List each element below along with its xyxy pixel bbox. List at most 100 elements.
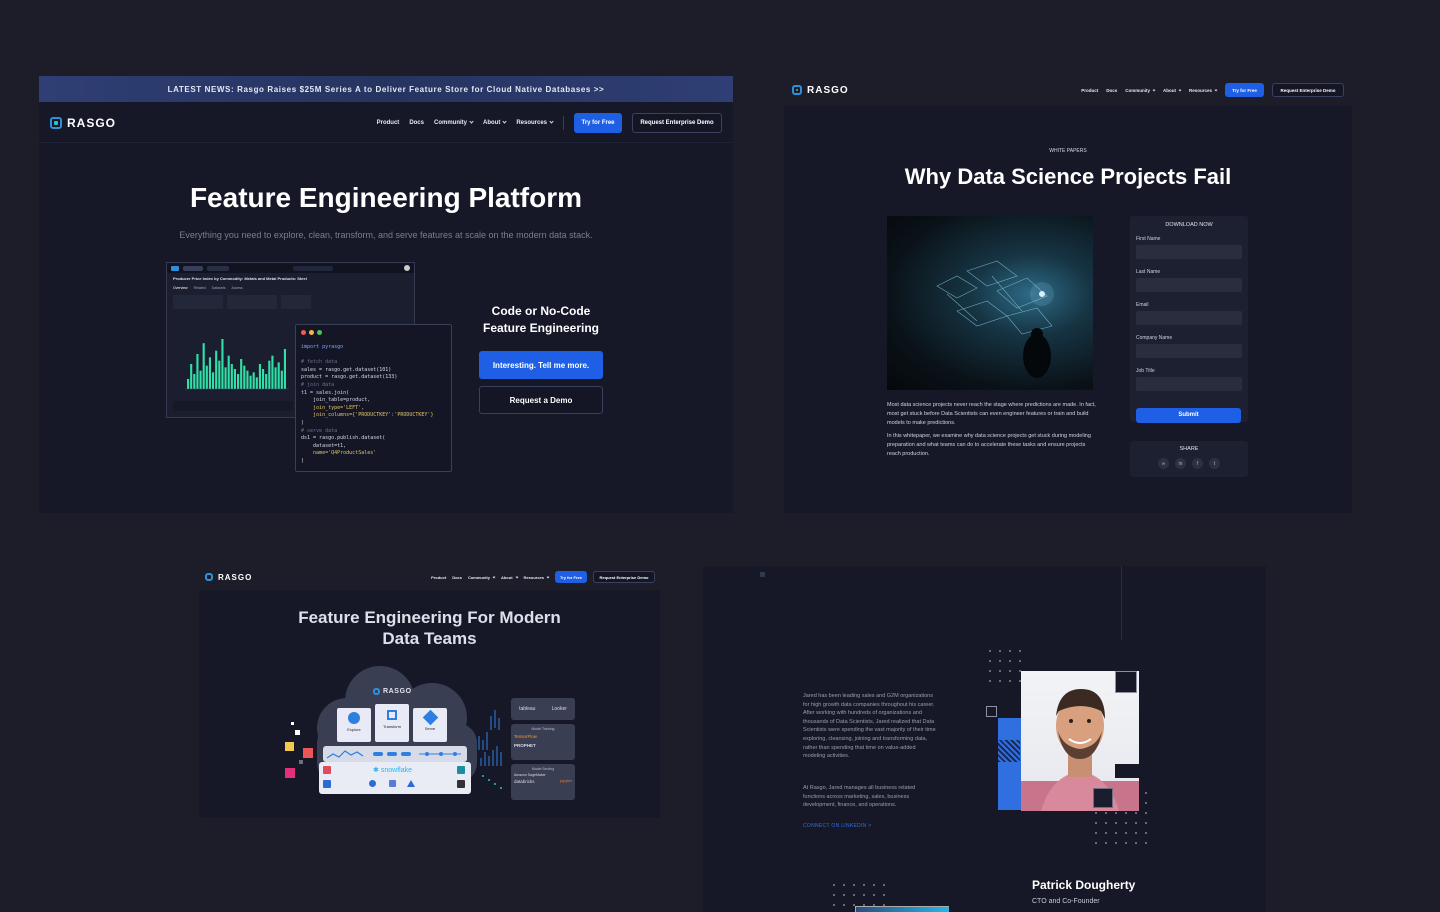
- decor-square: [295, 730, 300, 735]
- dashboard-footer: [173, 401, 293, 411]
- nav-divider: [563, 116, 564, 130]
- looker-logo: Looker: [551, 706, 567, 712]
- jupyter-logo: jupyter: [559, 778, 572, 783]
- histogram-bar: [252, 372, 255, 389]
- nav-about[interactable]: About: [483, 119, 507, 126]
- news-banner[interactable]: LATEST NEWS: Rasgo Raises $25M Series A …: [39, 76, 733, 102]
- twitter-icon[interactable]: t: [1209, 458, 1220, 469]
- enterprise-demo-button[interactable]: Request Enterprise Demo: [1272, 83, 1344, 97]
- nav-docs[interactable]: Docs: [452, 575, 462, 580]
- code-line: ): [301, 457, 305, 464]
- histogram-bar: [224, 367, 227, 389]
- email-input[interactable]: [1136, 311, 1242, 325]
- rasgo-logo-icon: [205, 573, 213, 581]
- nav-product[interactable]: Product: [377, 120, 400, 126]
- nav-resources[interactable]: Resources: [516, 119, 554, 126]
- histogram-bar: [193, 374, 196, 389]
- histogram-chart: [185, 339, 289, 390]
- db-icon: [323, 780, 331, 788]
- top-nav-2: RASGO Product Docs Community About Resou…: [792, 82, 1344, 98]
- db-icon: [457, 780, 465, 788]
- rasgo-logo[interactable]: RASGO: [50, 116, 116, 130]
- title-line2: Data Teams: [382, 629, 477, 648]
- enterprise-demo-button[interactable]: Request Enterprise Demo: [593, 571, 655, 583]
- card-heading: Model Serving: [531, 767, 555, 771]
- dashboard-tab[interactable]: Datasets: [212, 286, 226, 290]
- nav-community[interactable]: Community: [434, 119, 474, 126]
- hero-image: [887, 216, 1093, 390]
- nav-resources[interactable]: Resources: [1189, 88, 1218, 93]
- try-free-button[interactable]: Try for Free: [574, 113, 622, 133]
- company-name-input[interactable]: [1136, 344, 1242, 358]
- enterprise-demo-button[interactable]: Request Enterprise Demo: [632, 113, 722, 133]
- nav-resources[interactable]: Resources: [524, 575, 550, 580]
- main-menu: Product Docs Community About Resources T…: [377, 113, 722, 133]
- first-name-input[interactable]: [1136, 245, 1242, 259]
- nav-product[interactable]: Product: [1081, 88, 1098, 93]
- nav-docs[interactable]: Docs: [1106, 88, 1117, 93]
- dashboard-topbar: [167, 263, 414, 273]
- nav-about[interactable]: About: [501, 575, 518, 580]
- request-demo-button[interactable]: Request a Demo: [479, 386, 603, 414]
- striped-block: [998, 740, 1020, 762]
- chevron-down-icon: [502, 119, 507, 124]
- top-nav-3: RASGO Product Docs Community About Resou…: [205, 570, 655, 584]
- code-line: product = rasgo.get.dataset(133): [301, 374, 398, 381]
- dashboard-card: [227, 295, 277, 309]
- paragraph-2: In this whitepaper, we examine why data …: [887, 433, 1091, 457]
- linkedin-icon[interactable]: in: [1175, 458, 1186, 469]
- outline-square: [986, 706, 997, 717]
- model-serving-card: Model Serving Amazon SageMaker databrick…: [511, 764, 575, 800]
- code-line: ds1 = rasgo.publish.dataset(: [301, 435, 386, 442]
- cta-heading-line2: Feature Engineering: [482, 321, 600, 335]
- histogram-bar: [258, 364, 261, 389]
- feature-card-explore: Explore: [337, 708, 371, 742]
- code-line: dataset=t1,: [301, 442, 347, 449]
- histogram-bar: [205, 365, 208, 389]
- tell-me-more-button[interactable]: Interesting. Tell me more.: [479, 351, 603, 379]
- histogram-bar: [268, 360, 271, 389]
- pipeline-bar: [323, 746, 467, 762]
- nav-about-label: About: [500, 574, 513, 580]
- db-icon: [389, 780, 396, 787]
- facebook-icon[interactable]: f: [1192, 458, 1203, 469]
- dashboard-tab[interactable]: Access: [231, 286, 242, 290]
- histogram-bar: [199, 370, 202, 389]
- histogram-bar: [215, 350, 218, 389]
- linkedin-link[interactable]: CONNECT ON LINKEDIN >: [803, 823, 872, 829]
- histogram-bar: [240, 359, 243, 389]
- dashboard-tab[interactable]: Overview: [173, 286, 188, 290]
- try-free-button[interactable]: Try for Free: [1225, 83, 1264, 97]
- db-icon: [457, 766, 465, 774]
- sagemaker-logo: Amazon SageMaker: [514, 773, 546, 777]
- dashboard-card: [173, 295, 223, 309]
- chevron-down-icon: [1178, 88, 1182, 91]
- decor-square: [299, 760, 303, 764]
- tensorflow-logo: TensorFlow: [514, 734, 538, 739]
- nav-community[interactable]: Community: [1125, 88, 1156, 93]
- try-free-button[interactable]: Try for Free: [555, 571, 587, 583]
- nav-about[interactable]: About: [1163, 88, 1182, 93]
- histogram-bar: [237, 374, 240, 389]
- link-icon[interactable]: ∞: [1158, 458, 1169, 469]
- rasgo-logo[interactable]: RASGO: [792, 85, 849, 96]
- minimize-dot-icon: [309, 330, 314, 335]
- job-title-input[interactable]: [1136, 377, 1242, 391]
- decor-square: [285, 742, 294, 751]
- code-line: # serve data: [301, 427, 338, 434]
- teal-bar: [855, 906, 949, 912]
- dark-square: [1115, 764, 1139, 778]
- nav-product[interactable]: Product: [431, 575, 446, 580]
- nav-community[interactable]: Community: [468, 575, 496, 580]
- submit-button[interactable]: Submit: [1136, 407, 1241, 423]
- crop-icon: [387, 710, 397, 720]
- rasgo-logo[interactable]: RASGO: [205, 573, 252, 582]
- page-title: Feature Engineering Platform: [189, 182, 583, 213]
- banner-text[interactable]: Rasgo Raises $25M Series A to Deliver Fe…: [237, 85, 604, 94]
- dashboard-search: [293, 265, 333, 271]
- last-name-input[interactable]: [1136, 278, 1242, 292]
- nav-docs[interactable]: Docs: [409, 120, 424, 126]
- dashboard-tab[interactable]: Related: [194, 286, 206, 290]
- main-menu: Product Docs Community About Resources T…: [431, 571, 655, 583]
- title-line1: Feature Engineering For Modern: [298, 608, 561, 627]
